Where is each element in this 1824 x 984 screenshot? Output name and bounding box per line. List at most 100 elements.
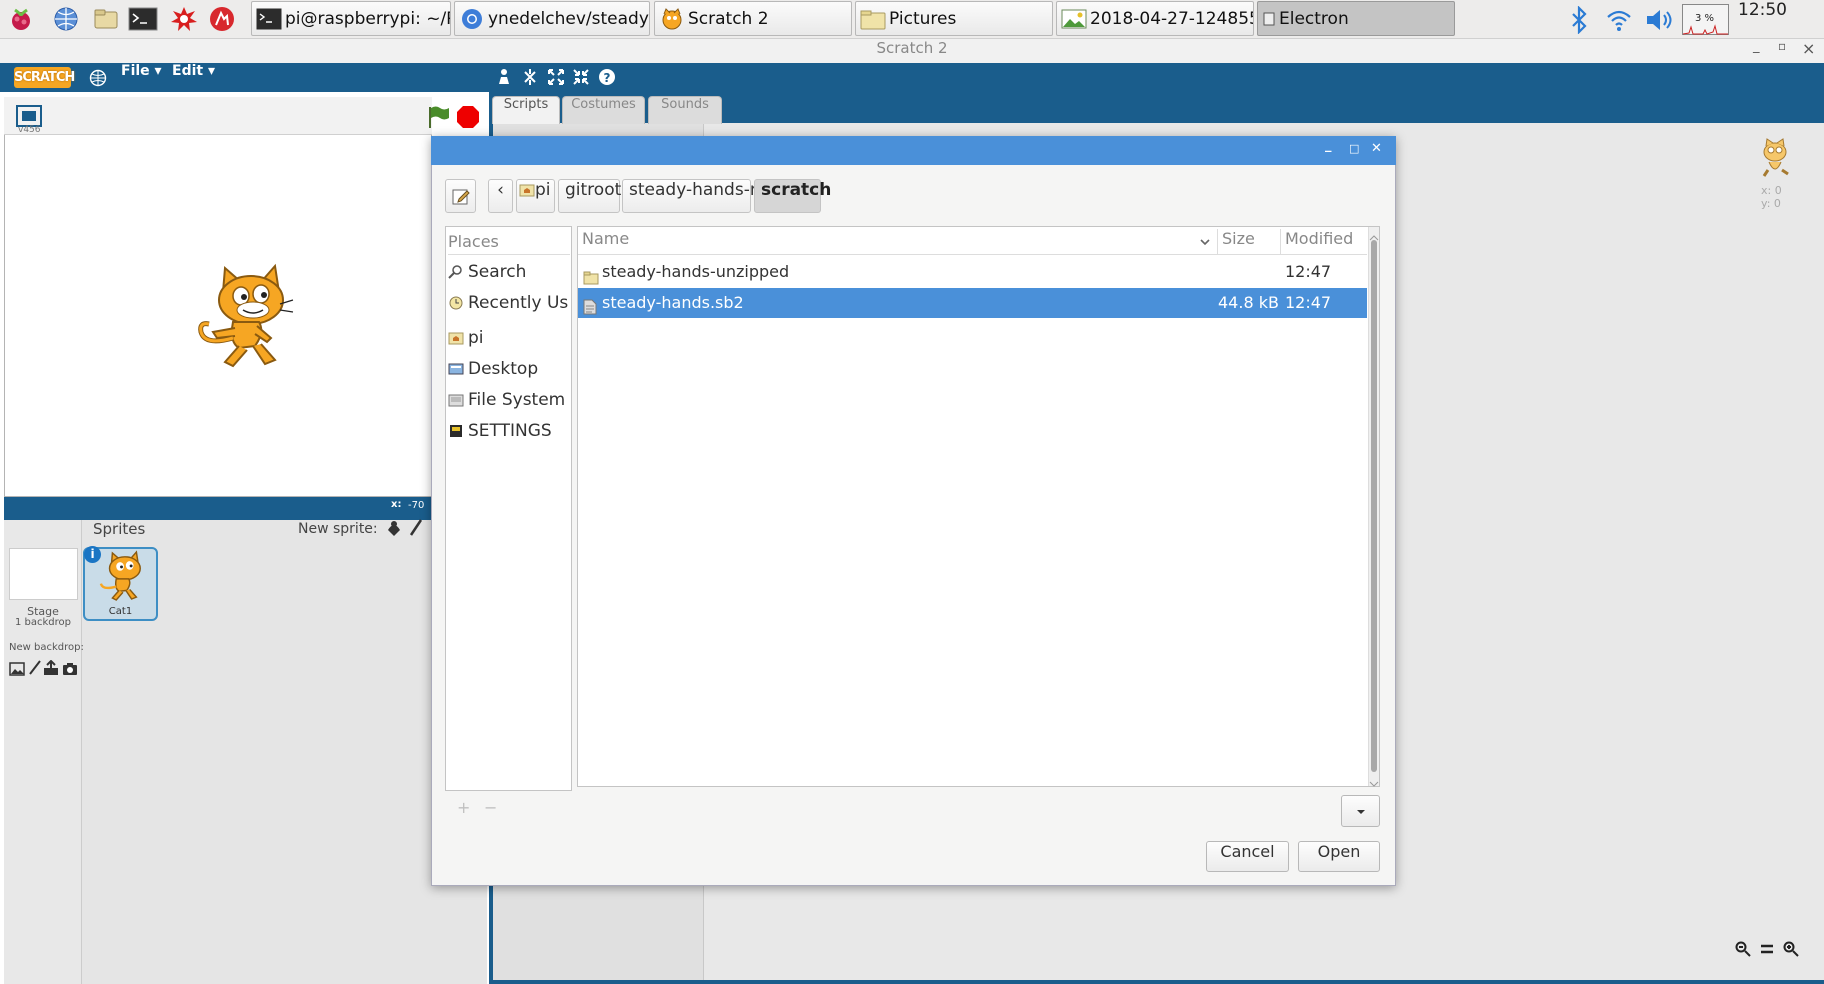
scroll-down-icon[interactable] [1369, 774, 1379, 793]
language-globe-icon[interactable] [89, 69, 107, 91]
wolfram-icon[interactable] [206, 3, 238, 35]
window-minimize-button[interactable]: _ [1753, 39, 1760, 63]
dialog-minimize-button[interactable]: _ [1325, 138, 1332, 153]
column-modified[interactable]: Modified [1281, 229, 1367, 255]
cat1-name: Cat1 [108, 606, 133, 617]
delete-tool-icon[interactable] [521, 68, 539, 90]
paint-sprite-icon[interactable] [408, 518, 424, 542]
raspberry-menu-icon[interactable] [5, 3, 37, 35]
help-icon[interactable]: ? [598, 68, 616, 90]
drive-icon [448, 394, 464, 407]
tab-costumes[interactable]: Costumes [562, 96, 645, 124]
paint-backdrop-icon[interactable] [28, 660, 42, 680]
math-kernel-icon[interactable] [168, 3, 200, 35]
file-manager-icon[interactable] [90, 3, 122, 35]
folder-icon [583, 265, 599, 285]
place-home[interactable]: pi [448, 325, 570, 351]
zoom-reset-icon[interactable] [1759, 941, 1775, 957]
green-flag-icon[interactable] [426, 105, 450, 133]
place-settings[interactable]: SETTINGS [448, 418, 570, 444]
terminal-icon[interactable] [127, 3, 159, 35]
task-label: Scratch 2 [688, 8, 769, 29]
desktop-icon [448, 363, 464, 375]
clock[interactable]: 12:50 [1738, 0, 1787, 38]
column-size[interactable]: Size [1218, 229, 1281, 255]
zoom-in-icon[interactable] [1783, 941, 1799, 957]
file-row-selected[interactable]: steady-hands.sb2 44.8 kB 12:47 [578, 288, 1367, 318]
task-pictures[interactable]: Pictures [855, 1, 1053, 36]
mouse-coordinates-bar [4, 497, 432, 514]
grow-tool-icon[interactable] [547, 68, 565, 90]
window-close-button[interactable]: × [1802, 39, 1815, 63]
task-label: 2018-04-27-124855_... [1090, 8, 1253, 29]
place-desktop[interactable]: Desktop [448, 356, 570, 382]
file-row[interactable]: steady-hands-unzipped 12:47 [578, 257, 1367, 287]
file-icon [583, 295, 597, 315]
scratch-logo[interactable]: SCRATCH [14, 67, 75, 88]
home-folder-icon [519, 184, 535, 197]
file-menu[interactable]: File ▾ [121, 63, 162, 92]
add-bookmark-button[interactable]: + [457, 798, 470, 817]
choose-sprite-library-icon[interactable] [385, 518, 403, 542]
sprite-thumbnail-cat-icon [1756, 138, 1794, 184]
remove-bookmark-button[interactable]: − [484, 798, 497, 817]
mouse-x-value: -70 [408, 500, 425, 511]
open-button[interactable]: Open [1298, 841, 1380, 872]
breadcrumb-gitroot[interactable]: gitroot [558, 179, 621, 213]
task-scratch[interactable]: Scratch 2 [654, 1, 852, 36]
task-chromium[interactable]: ynedelchev/steady-h... [454, 1, 650, 36]
place-label: File System [468, 390, 566, 410]
edit-location-icon [452, 189, 470, 205]
edit-menu[interactable]: Edit ▾ [172, 63, 215, 92]
bluetooth-icon[interactable] [1570, 5, 1588, 38]
cancel-button[interactable]: Cancel [1206, 841, 1289, 872]
breadcrumb-back-button[interactable]: ‹ [488, 179, 513, 213]
search-icon [448, 265, 462, 279]
task-terminal[interactable]: pi@raspberrypi: ~/Pic... [251, 1, 451, 36]
task-electron[interactable]: Electron [1257, 1, 1455, 36]
duplicate-tool-icon[interactable] [495, 68, 513, 90]
place-recent[interactable]: Recently Us... [448, 290, 570, 316]
sprites-title: Sprites [93, 520, 146, 538]
place-filesystem[interactable]: File System [448, 387, 570, 413]
place-label: Recently Us... [468, 293, 570, 313]
breadcrumb-scratch[interactable]: scratch [754, 179, 831, 213]
wifi-icon[interactable] [1606, 8, 1632, 36]
task-label: Pictures [889, 8, 957, 29]
scratch-menubar [0, 63, 1824, 92]
cpu-monitor[interactable]: 3 % [1682, 4, 1729, 35]
window-maximize-button[interactable]: ▫ [1778, 39, 1786, 63]
breadcrumb-steady-hands-rpi[interactable]: steady-hands-rpi [622, 179, 772, 213]
backdrop-library-icon[interactable] [9, 661, 25, 680]
dialog-close-button[interactable]: ✕ [1371, 141, 1382, 156]
camera-backdrop-icon[interactable] [62, 661, 78, 680]
place-search[interactable]: Search [448, 259, 570, 285]
zoom-out-icon[interactable] [1735, 941, 1751, 957]
dialog-maximize-button[interactable]: □ [1349, 142, 1359, 155]
volume-icon[interactable] [1645, 7, 1675, 37]
tab-sounds[interactable]: Sounds [648, 96, 722, 124]
sprite-y-readout: y: 0 [1761, 197, 1781, 210]
file-modified: 12:47 [1285, 293, 1332, 312]
sort-chevron-down-icon[interactable] [1199, 234, 1211, 253]
stop-sign-icon[interactable] [456, 105, 480, 133]
task-image-viewer[interactable]: 2018-04-27-124855_... [1056, 1, 1254, 36]
scroll-thumb[interactable] [1371, 240, 1377, 772]
shrink-tool-icon[interactable] [572, 68, 590, 90]
file-filter-dropdown[interactable] [1341, 795, 1380, 827]
tab-scripts[interactable]: Scripts [492, 96, 560, 124]
new-sprite-label: New sprite: [298, 521, 378, 537]
upload-backdrop-icon[interactable] [43, 659, 59, 680]
cat-sprite[interactable] [195, 262, 295, 374]
stage-thumbnail[interactable] [9, 548, 78, 600]
location-toggle-button[interactable] [445, 179, 476, 213]
breadcrumb-pi[interactable]: pi [516, 179, 555, 213]
task-label: Electron [1279, 8, 1349, 29]
column-name-label: Name [582, 229, 630, 248]
browser-icon[interactable] [50, 3, 82, 35]
place-label: Search [468, 262, 527, 282]
task-label: pi@raspberrypi: ~/Pic... [285, 8, 450, 29]
new-backdrop-label: New backdrop: [9, 642, 84, 653]
mouse-x-label: x: [391, 499, 402, 510]
column-name[interactable]: Name [578, 229, 1218, 255]
